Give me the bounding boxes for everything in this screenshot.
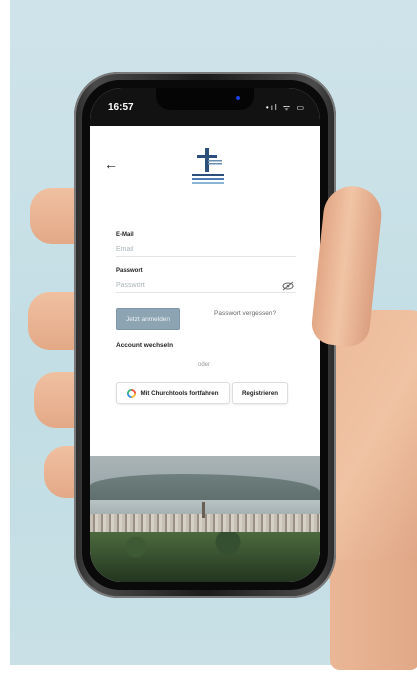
login-form: ← E-Mail Passwort	[90, 126, 320, 456]
cross-logo	[192, 148, 224, 184]
status-bar: 16:57 •ıl ᯤ ▭	[90, 88, 320, 126]
photo-church-tower	[202, 502, 205, 518]
switch-account-link[interactable]: Account wechseln	[116, 342, 173, 349]
forgot-password-link[interactable]: Passwort vergessen?	[214, 310, 276, 317]
register-button[interactable]: Registrieren	[232, 382, 288, 404]
landscape-photo	[90, 456, 320, 582]
email-field[interactable]	[116, 242, 296, 257]
phone-screen: 16:57 •ıl ᯤ ▭ ← E-Mail Email Passwort Je…	[90, 88, 320, 582]
or-divider: oder	[198, 362, 211, 368]
hand-wrist	[330, 560, 417, 670]
churchtools-button[interactable]: Mit Churchtools fortfahren	[116, 382, 230, 404]
phone-bezel: 16:57 •ıl ᯤ ▭ ← E-Mail Email Passwort Je…	[82, 80, 328, 590]
churchtools-icon	[127, 388, 137, 398]
eye-slash-icon[interactable]	[282, 281, 294, 291]
photo-forest	[90, 532, 320, 582]
churchtools-button-label: Mit Churchtools fortfahren	[140, 389, 219, 397]
white-margin-left	[0, 0, 10, 673]
phone-frame: 16:57 •ıl ᯤ ▭ ← E-Mail Email Passwort Je…	[74, 72, 336, 598]
login-button[interactable]: Jetzt anmelden	[116, 308, 180, 330]
back-arrow-icon[interactable]: ←	[104, 156, 118, 172]
status-time: 16:57	[108, 102, 134, 113]
password-label: Passwort	[116, 268, 143, 274]
promo-scene: 16:57 •ıl ᯤ ▭ ← E-Mail Email Passwort Je…	[0, 0, 417, 673]
status-icons: •ıl ᯤ ▭	[265, 103, 306, 112]
camera-indicator-icon	[236, 96, 240, 100]
email-label: E-Mail	[116, 232, 134, 238]
password-field[interactable]	[116, 278, 296, 293]
